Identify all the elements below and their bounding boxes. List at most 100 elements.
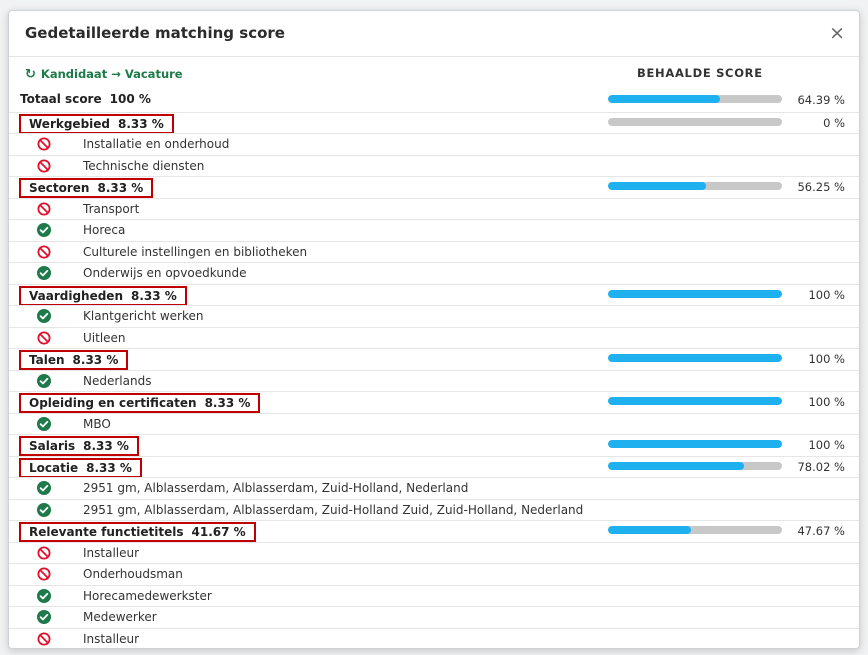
score-progress-fill <box>608 182 706 190</box>
criterion-label: 2951 gm, Alblasserdam, Alblasserdam, Zui… <box>83 502 584 517</box>
criterion-row: MBO <box>9 412 859 435</box>
criterion-row: Transport <box>9 197 859 220</box>
prohibited-icon <box>37 245 51 259</box>
category-name: Vaardigheden <box>29 288 123 303</box>
score-value: 100 % <box>808 287 845 302</box>
score-progress-bar <box>608 95 782 103</box>
redo-arrow-icon: ↻ <box>25 67 36 82</box>
category-weight: 8.33 % <box>83 439 129 453</box>
score-progress-bar <box>608 354 782 362</box>
criterion-row: 2951 gm, Alblasserdam, Alblasserdam, Zui… <box>9 498 859 521</box>
category-label: Opleiding en certificaten 8.33 % <box>19 393 261 413</box>
category-row: Talen 8.33 % 100 % <box>9 348 859 370</box>
category-weight: 100 % <box>109 92 151 106</box>
prohibited-icon <box>37 137 51 151</box>
prohibited-icon <box>37 202 51 216</box>
category-row: Vaardigheden 8.33 % 100 % <box>9 283 859 306</box>
check-circle-icon <box>37 266 51 280</box>
criterion-row: Horecamedewerkster <box>9 584 859 607</box>
score-progress-bar <box>608 117 782 126</box>
score-progress-fill <box>608 397 782 405</box>
category-name: Totaal score <box>20 92 102 106</box>
score-value: 78.02 % <box>797 459 845 474</box>
criterion-label: Technische diensten <box>83 158 205 173</box>
check-circle-icon <box>37 481 51 495</box>
criterion-row: Onderhoudsman <box>9 563 859 585</box>
criterion-label: Nederlands <box>83 373 152 388</box>
category-row: Totaal score 100 % 64.39 % <box>9 90 859 112</box>
score-progress-fill <box>608 526 691 534</box>
score-value: 100 % <box>808 395 845 409</box>
category-label: Salaris 8.33 % <box>19 436 139 456</box>
criterion-label: MBO <box>83 416 111 431</box>
criterion-row: Onderwijs en opvoedkunde <box>9 262 859 284</box>
score-progress-fill <box>608 289 782 298</box>
close-icon[interactable]: × <box>829 22 845 44</box>
category-name: Locatie <box>29 460 79 475</box>
criterion-label: Installeur <box>83 545 140 560</box>
category-row: Relevante functietitels 41.67 % 47.67 % <box>9 520 859 542</box>
check-circle-icon <box>37 502 51 517</box>
criterion-row: Klantgericht werken <box>9 305 859 327</box>
score-progress-bar <box>608 289 782 298</box>
category-weight: 41.67 % <box>191 525 246 539</box>
prohibited-icon <box>37 567 51 581</box>
check-circle-icon <box>37 223 51 237</box>
score-header-row: ↻ Kandidaat → Vacature BEHAALDE SCORE <box>9 57 859 89</box>
score-value: 64.39 % <box>797 93 845 107</box>
score-progress-bar <box>608 397 782 405</box>
score-progress-fill <box>608 354 782 362</box>
prohibited-icon <box>37 632 51 646</box>
matching-score-modal: Gedetailleerde matching score × ↻ Kandida… <box>8 10 860 649</box>
category-label: Werkgebied 8.33 % <box>19 113 174 134</box>
category-row: Salaris 8.33 % 100 % <box>9 434 859 456</box>
direction-label: Kandidaat → Vacature <box>40 67 183 81</box>
check-circle-icon <box>37 416 51 431</box>
criterion-row: Uitleen <box>9 326 859 349</box>
check-circle-icon <box>37 588 51 603</box>
criterion-row: 2951 gm, Alblasserdam, Alblasserdam, Zui… <box>9 477 859 499</box>
category-row: Locatie 8.33 % 78.02 % <box>9 455 859 478</box>
category-weight: 8.33 % <box>204 396 251 410</box>
criterion-label: Culturele instellingen en bibliotheken <box>83 244 308 259</box>
score-progress-bar <box>608 440 782 448</box>
criterion-label: Horeca <box>83 223 126 237</box>
modal-title: Gedetailleerde matching score <box>25 24 285 42</box>
category-weight: 8.33 % <box>86 460 132 475</box>
criterion-row: Horeca <box>9 219 859 241</box>
score-progress-fill <box>608 95 721 103</box>
criterion-row: Culturele instellingen en bibliotheken <box>9 240 859 263</box>
criterion-row: Nederlands <box>9 369 859 392</box>
criterion-label: Transport <box>83 201 140 216</box>
score-value: 47.67 % <box>797 524 845 538</box>
criterion-label: Uitleen <box>83 330 126 345</box>
score-value: 56.25 % <box>797 180 845 194</box>
category-label: Sectoren 8.33 % <box>19 178 154 198</box>
category-name: Opleiding en certificaten <box>29 396 197 410</box>
category-row: Opleiding en certificaten 8.33 % 100 % <box>9 391 859 413</box>
category-weight: 8.33 % <box>118 116 164 131</box>
score-value: 100 % <box>808 352 845 366</box>
score-value: 100 % <box>808 438 845 452</box>
criterion-label: Klantgericht werken <box>83 309 204 323</box>
criterion-label: Medewerker <box>83 610 157 624</box>
check-circle-icon <box>37 610 51 624</box>
criterion-label: Onderhoudsman <box>83 567 183 581</box>
score-progress-fill <box>608 461 744 470</box>
criterion-label: Onderwijs en opvoedkunde <box>83 266 247 280</box>
column-header-score: BEHAALDE SCORE <box>637 66 763 80</box>
criterion-label: Installeur <box>83 631 140 646</box>
category-label: Locatie 8.33 % <box>19 457 142 478</box>
category-label: Talen 8.33 % <box>19 350 129 370</box>
score-progress-bar <box>608 182 782 190</box>
category-row: Sectoren 8.33 % 56.25 % <box>9 176 859 198</box>
category-row: Werkgebied 8.33 % 0 % <box>9 111 859 134</box>
category-name: Salaris <box>29 439 76 453</box>
score-value: 0 % <box>823 115 845 130</box>
prohibited-icon <box>37 331 51 345</box>
category-label: Vaardigheden 8.33 % <box>19 285 187 306</box>
category-label: Totaal score 100 % <box>20 92 151 106</box>
score-progress-bar <box>608 526 782 534</box>
direction-toggle[interactable]: ↻ Kandidaat → Vacature <box>25 67 183 82</box>
score-rows: Totaal score 100 % 64.39 % Werkgebied 8.33 %… <box>9 90 859 648</box>
